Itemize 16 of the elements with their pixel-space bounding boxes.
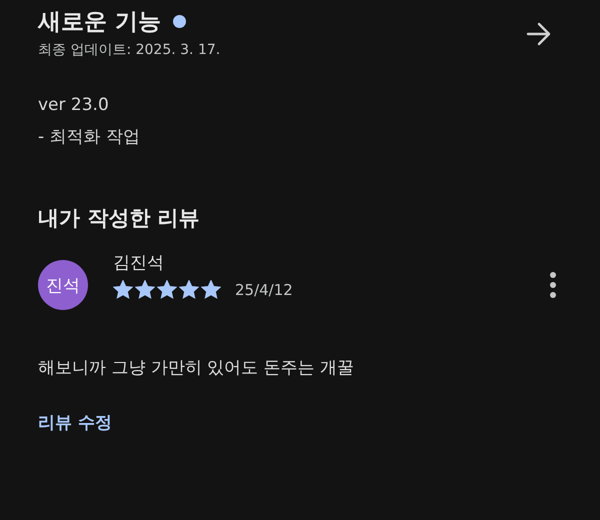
star-icon: [179, 280, 199, 299]
arrow-right-icon[interactable]: [526, 22, 552, 46]
review-date: 25/4/12: [235, 280, 293, 298]
review-text: 해보니까 그냥 가만히 있어도 돈주는 개꿀: [38, 357, 356, 379]
star-icon: [157, 280, 177, 299]
star-icon: [135, 280, 155, 299]
release-note: ver 23.0: [38, 95, 110, 115]
update-date: 최종 업데이트: 2025. 3. 17.: [38, 41, 220, 59]
section-heading: 내가 작성한 리뷰: [38, 205, 201, 232]
edit-review-link[interactable]: 리뷰 수정: [38, 411, 112, 434]
star-icon: [113, 280, 133, 299]
section-title: 새로운 기능: [38, 8, 162, 37]
avatar: 진석: [38, 260, 88, 310]
author-name: 김진석: [113, 252, 165, 274]
star-icon: [201, 280, 221, 299]
release-note: - 최적화 작업: [38, 126, 141, 148]
